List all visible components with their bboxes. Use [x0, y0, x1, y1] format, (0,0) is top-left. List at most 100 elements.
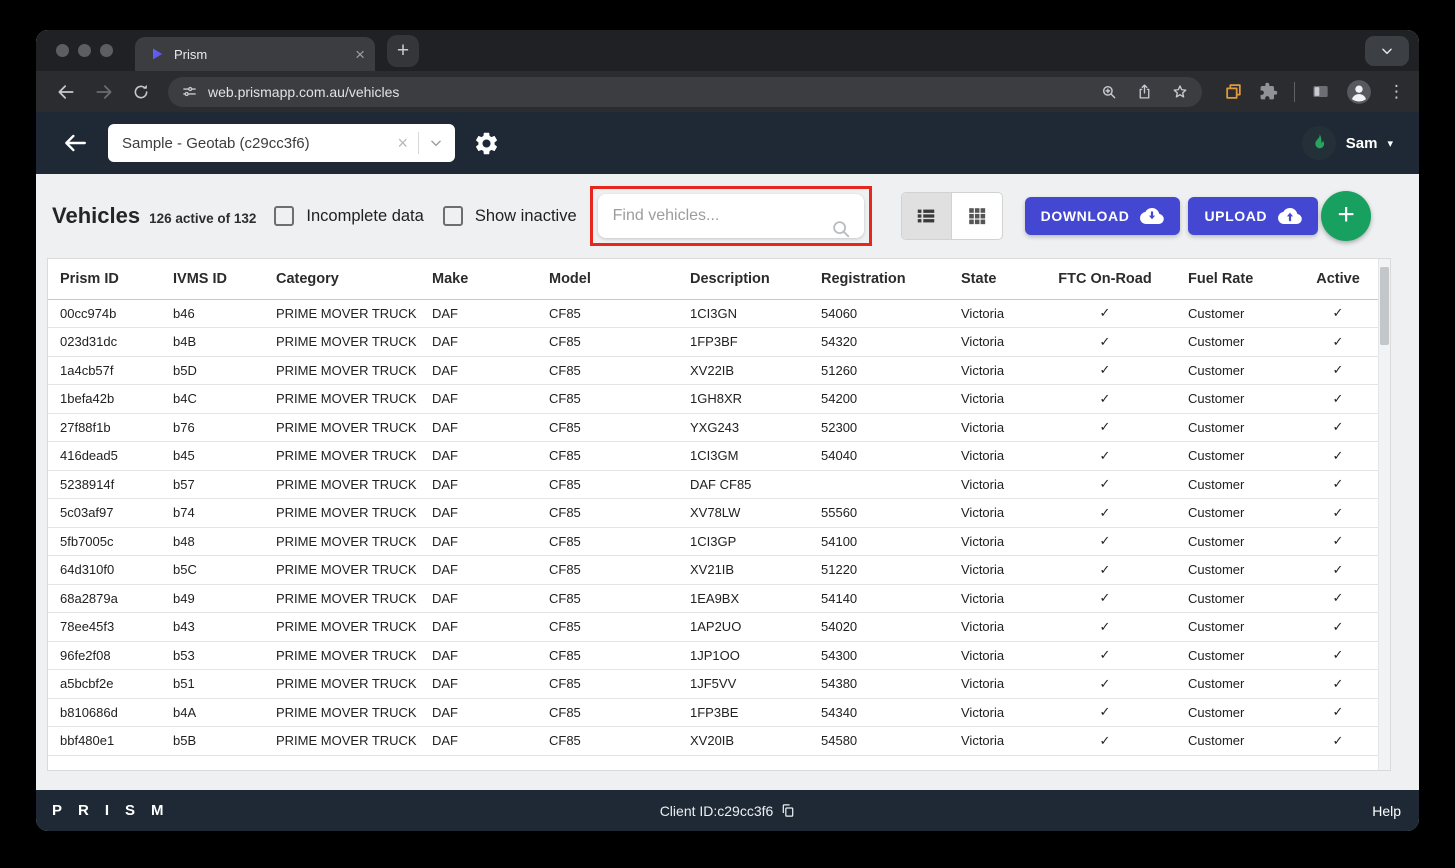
clear-selection-icon[interactable]: × — [397, 133, 408, 154]
cell: Victoria — [949, 385, 1034, 414]
minimize-window-button[interactable] — [78, 44, 91, 57]
browser-tab[interactable]: Prism × — [135, 37, 375, 71]
cell: ✓ — [1034, 470, 1176, 499]
upload-button[interactable]: UPLOAD — [1188, 197, 1318, 235]
show-inactive-checkbox[interactable] — [443, 206, 463, 226]
table-row[interactable]: 00cc974bb46PRIME MOVER TRUCKDAFCF851CI3G… — [48, 299, 1380, 328]
reload-icon[interactable] — [132, 83, 150, 101]
cell: ✓ — [1296, 527, 1380, 556]
user-name[interactable]: Sam — [1346, 135, 1378, 152]
column-header-description[interactable]: Description — [678, 259, 809, 299]
profile-avatar-icon[interactable] — [1346, 79, 1372, 105]
new-tab-button[interactable]: + — [387, 35, 419, 67]
browser-menu-icon[interactable]: ⋮ — [1388, 82, 1405, 102]
column-header-active[interactable]: Active — [1296, 259, 1380, 299]
table-row[interactable]: 5c03af97b74PRIME MOVER TRUCKDAFCF85XV78L… — [48, 499, 1380, 528]
cell: Customer — [1176, 613, 1296, 642]
cell: PRIME MOVER TRUCK — [264, 527, 420, 556]
zoom-window-button[interactable] — [100, 44, 113, 57]
site-settings-icon[interactable] — [181, 83, 198, 100]
extensions-puzzle-icon[interactable] — [1259, 82, 1278, 101]
column-header-prism-id[interactable]: Prism ID — [48, 259, 161, 299]
cell: ✓ — [1034, 499, 1176, 528]
table-row[interactable]: 96fe2f08b53PRIME MOVER TRUCKDAFCF851JP1O… — [48, 641, 1380, 670]
settings-gear-icon[interactable] — [473, 130, 500, 157]
table-scrollbar[interactable] — [1378, 259, 1390, 770]
address-bar[interactable]: web.prismapp.com.au/vehicles — [168, 77, 1202, 107]
column-header-ivms-id[interactable]: IVMS ID — [161, 259, 264, 299]
client-selector[interactable]: Sample - Geotab (c29cc3f6) × — [108, 124, 455, 162]
cell: ✓ — [1034, 356, 1176, 385]
table-row[interactable]: 1befa42bb4CPRIME MOVER TRUCKDAFCF851GH8X… — [48, 385, 1380, 414]
tab-close-icon[interactable]: × — [355, 46, 365, 63]
cell: 1JF5VV — [678, 670, 809, 699]
table-row[interactable]: 023d31dcb4BPRIME MOVER TRUCKDAFCF851FP3B… — [48, 328, 1380, 357]
table-row[interactable]: b810686db4APRIME MOVER TRUCKDAFCF851FP3B… — [48, 698, 1380, 727]
table-row[interactable]: 5238914fb57PRIME MOVER TRUCKDAFCF85DAF C… — [48, 470, 1380, 499]
cell: ✓ — [1034, 442, 1176, 471]
page-title: Vehicles — [52, 203, 140, 229]
tab-title: Prism — [174, 47, 346, 62]
close-window-button[interactable] — [56, 44, 69, 57]
cell: ✓ — [1296, 356, 1380, 385]
window-restore-extension-icon[interactable] — [1224, 82, 1243, 101]
copy-icon[interactable] — [780, 803, 795, 818]
table-row[interactable]: 64d310f0b5CPRIME MOVER TRUCKDAFCF85XV21I… — [48, 556, 1380, 585]
user-avatar[interactable] — [1302, 126, 1336, 160]
back-icon[interactable] — [56, 82, 76, 102]
table-row[interactable]: 68a2879ab49PRIME MOVER TRUCKDAFCF851EA9B… — [48, 584, 1380, 613]
table-row[interactable]: 5fb7005cb48PRIME MOVER TRUCKDAFCF851CI3G… — [48, 527, 1380, 556]
cell: Victoria — [949, 698, 1034, 727]
cell: ✓ — [1034, 641, 1176, 670]
table-row[interactable]: bbf480e1b5BPRIME MOVER TRUCKDAFCF85XV20I… — [48, 727, 1380, 756]
table-header-row: Prism IDIVMS IDCategoryMakeModelDescript… — [48, 259, 1380, 299]
cell: ✓ — [1296, 727, 1380, 756]
table-row[interactable]: a5bcbf2eb51PRIME MOVER TRUCKDAFCF851JF5V… — [48, 670, 1380, 699]
list-view-button[interactable] — [902, 193, 953, 239]
url-text[interactable]: web.prismapp.com.au/vehicles — [208, 84, 1090, 100]
chevron-down-icon[interactable] — [429, 136, 443, 150]
tab-search-chevron-icon[interactable] — [1365, 36, 1409, 66]
share-icon[interactable] — [1136, 83, 1153, 100]
column-header-registration[interactable]: Registration — [809, 259, 949, 299]
cell: PRIME MOVER TRUCK — [264, 556, 420, 585]
add-vehicle-button[interactable]: + — [1321, 191, 1371, 241]
column-header-ftc-on-road[interactable]: FTC On-Road — [1034, 259, 1176, 299]
grid-view-button[interactable] — [952, 193, 1002, 239]
cell: PRIME MOVER TRUCK — [264, 670, 420, 699]
column-header-fuel-rate[interactable]: Fuel Rate — [1176, 259, 1296, 299]
window-controls[interactable] — [56, 44, 113, 57]
cell: Victoria — [949, 584, 1034, 613]
user-menu[interactable]: Sam ▾ — [1302, 126, 1393, 160]
help-link[interactable]: Help — [1372, 803, 1401, 819]
cell: PRIME MOVER TRUCK — [264, 641, 420, 670]
cell: Customer — [1176, 556, 1296, 585]
cell: 5c03af97 — [48, 499, 161, 528]
table-row[interactable]: 416dead5b45PRIME MOVER TRUCKDAFCF851CI3G… — [48, 442, 1380, 471]
side-panel-icon[interactable] — [1311, 82, 1330, 101]
cell: ✓ — [1034, 385, 1176, 414]
cell: 54380 — [809, 670, 949, 699]
table-row[interactable]: 78ee45f3b43PRIME MOVER TRUCKDAFCF851AP2U… — [48, 613, 1380, 642]
back-arrow-icon[interactable] — [62, 130, 88, 156]
bookmark-star-icon[interactable] — [1171, 83, 1189, 101]
column-header-model[interactable]: Model — [537, 259, 678, 299]
cell: 416dead5 — [48, 442, 161, 471]
cell: DAF — [420, 442, 537, 471]
cell: 1a4cb57f — [48, 356, 161, 385]
cell: ✓ — [1296, 385, 1380, 414]
table-row[interactable]: 27f88f1bb76PRIME MOVER TRUCKDAFCF85YXG24… — [48, 413, 1380, 442]
cell: CF85 — [537, 385, 678, 414]
download-button[interactable]: DOWNLOAD — [1025, 197, 1181, 235]
scrollbar-thumb[interactable] — [1380, 267, 1389, 345]
search-input[interactable] — [598, 194, 864, 238]
zoom-page-icon[interactable] — [1100, 83, 1118, 101]
cell: Victoria — [949, 328, 1034, 357]
column-header-make[interactable]: Make — [420, 259, 537, 299]
table-row[interactable]: 1a4cb57fb5DPRIME MOVER TRUCKDAFCF85XV22I… — [48, 356, 1380, 385]
cell: b46 — [161, 299, 264, 328]
column-header-state[interactable]: State — [949, 259, 1034, 299]
incomplete-data-checkbox[interactable] — [274, 206, 294, 226]
column-header-category[interactable]: Category — [264, 259, 420, 299]
forward-icon[interactable] — [94, 82, 114, 102]
